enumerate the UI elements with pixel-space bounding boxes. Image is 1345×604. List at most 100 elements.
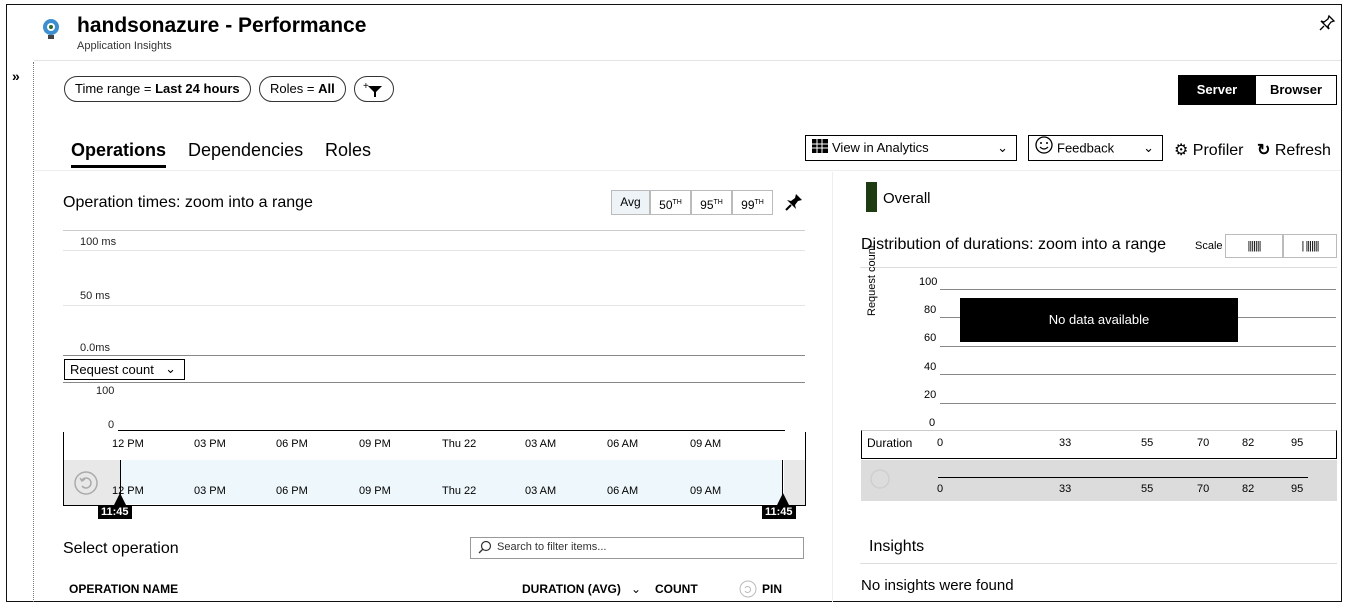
y-tick: 0	[929, 417, 936, 429]
operation-search-input[interactable]: Search to filter items...	[470, 537, 804, 559]
refresh-label: Refresh	[1274, 142, 1331, 159]
time-range-filter[interactable]: Time range = Last 24 hours	[64, 76, 251, 102]
page-title: handsonazure - Performance	[77, 14, 367, 37]
y-label-50ms: 50 ms	[80, 290, 110, 302]
tab-operations[interactable]: Operations	[71, 140, 167, 168]
scale-log-option[interactable]: | |||||||	[1283, 234, 1337, 258]
col-duration-avg[interactable]: DURATION (AVG)	[522, 582, 621, 596]
count-label-100: 100	[96, 385, 115, 397]
brush-x-tick: 09 AM	[690, 485, 722, 497]
browser-toggle[interactable]: Browser	[1255, 75, 1337, 105]
svg-text:+: +	[363, 81, 369, 92]
brush-x-tick: 70	[1197, 483, 1210, 495]
brush-x-tick: Thu 22	[442, 485, 477, 497]
analytics-grid-icon	[812, 137, 828, 161]
col-count[interactable]: COUNT	[655, 582, 698, 596]
x-tick: 09 PM	[359, 438, 391, 450]
panel-divider	[832, 172, 833, 602]
app-insights-logo-icon	[39, 17, 63, 46]
x-tick: 09 AM	[690, 438, 722, 450]
x-tick: 0	[937, 437, 944, 449]
roles-prefix: Roles =	[270, 81, 319, 96]
server-toggle[interactable]: Server	[1178, 75, 1256, 105]
col-operation-name[interactable]: OPERATION NAME	[69, 582, 178, 596]
refresh-icon: ↻	[1257, 142, 1271, 159]
profiler-button[interactable]: ⚙ Profiler	[1174, 140, 1243, 160]
grid-line	[860, 267, 1337, 268]
count-label-0: 0	[108, 419, 115, 431]
duration-label: Duration	[867, 436, 913, 450]
grid-line	[63, 382, 805, 383]
sidebar-divider	[33, 62, 34, 602]
tab-roles[interactable]: Roles	[325, 140, 371, 161]
analytics-label: View in Analytics	[832, 140, 929, 155]
chevron-down-icon[interactable]: ⌄	[631, 582, 641, 596]
col-pin[interactable]: PIN	[762, 582, 782, 596]
percentile-50-suffix: TH	[672, 199, 682, 206]
roles-filter[interactable]: Roles = All	[259, 76, 346, 102]
range-end-label: 11:45	[762, 505, 796, 519]
brush-x-tick: 55	[1141, 483, 1154, 495]
search-icon	[478, 540, 492, 559]
brush-x-tick: 33	[1059, 483, 1072, 495]
scale-label: Scale	[1195, 240, 1223, 252]
overall-swatch	[866, 182, 877, 212]
duration-brush[interactable]	[861, 460, 1337, 501]
header-divider	[34, 60, 1341, 61]
range-start-handle-icon[interactable]	[114, 493, 126, 505]
smiley-icon	[1035, 136, 1053, 162]
x-tick: 12 PM	[112, 438, 144, 450]
brush-x-tick: 03 AM	[525, 485, 557, 497]
roles-value: All	[318, 81, 335, 96]
metric-select[interactable]: Request count ⌄	[64, 359, 185, 380]
brush-x-tick: 06 PM	[276, 485, 308, 497]
brush-x-tick: 09 PM	[359, 485, 391, 497]
search-placeholder: Search to filter items...	[497, 541, 607, 553]
insights-title: Insights	[869, 538, 925, 555]
insights-divider	[860, 563, 1337, 564]
feedback-dropdown[interactable]: Feedback ⌄	[1028, 135, 1163, 161]
y-tick: 100	[919, 276, 938, 288]
percentile-avg[interactable]: Avg	[611, 190, 650, 215]
operation-times-title: Operation times: zoom into a range	[63, 194, 313, 211]
x-tick: 95	[1291, 437, 1304, 449]
pin-chart-icon[interactable]	[784, 192, 804, 217]
tab-dependencies[interactable]: Dependencies	[188, 140, 303, 161]
reset-zoom-icon[interactable]	[73, 470, 99, 501]
tabs-divider	[34, 170, 1341, 171]
brush-axis-line	[938, 477, 1308, 478]
range-end-handle-icon[interactable]	[777, 493, 789, 505]
x-tick: 33	[1059, 437, 1072, 449]
percentile-50[interactable]: 50TH	[650, 190, 691, 215]
scale-linear-option[interactable]: |||||||	[1225, 234, 1283, 258]
chevron-down-icon: ⌄	[997, 140, 1008, 155]
reset-zoom-icon[interactable]	[869, 468, 891, 495]
x-tick: 55	[1141, 437, 1154, 449]
brush-x-tick: 03 PM	[194, 485, 226, 497]
y-tick: 20	[924, 389, 937, 401]
select-operation-title: Select operation	[63, 540, 179, 557]
percentile-95[interactable]: 95TH	[691, 190, 732, 215]
x-tick: 03 PM	[194, 438, 226, 450]
x-tick: Thu 22	[442, 438, 477, 450]
range-start-label: 11:45	[98, 505, 132, 519]
duration-axis	[861, 430, 1337, 459]
grid-line	[940, 289, 1336, 290]
pin-icon[interactable]	[1318, 14, 1336, 37]
add-filter-icon[interactable]: +	[354, 76, 394, 102]
no-data-banner: No data available	[960, 298, 1238, 342]
y-axis-label: Request count	[866, 245, 878, 316]
y-label-100ms: 100 ms	[80, 236, 117, 248]
refresh-button[interactable]: ↻ Refresh	[1257, 140, 1331, 160]
double-chevron-right-icon[interactable]: »	[12, 68, 20, 84]
view-in-analytics-dropdown[interactable]: View in Analytics ⌄	[805, 135, 1017, 161]
x-tick: 06 AM	[607, 438, 639, 450]
grid-line	[63, 230, 805, 231]
percentile-99-suffix: TH	[754, 199, 764, 206]
percentile-99[interactable]: 99TH	[732, 190, 773, 215]
time-brush-selection[interactable]	[120, 460, 783, 504]
page-subtitle: Application Insights	[77, 40, 172, 52]
time-range-value: Last 24 hours	[155, 81, 240, 96]
overall-label[interactable]: Overall	[883, 190, 931, 207]
brush-x-tick: 06 AM	[607, 485, 639, 497]
